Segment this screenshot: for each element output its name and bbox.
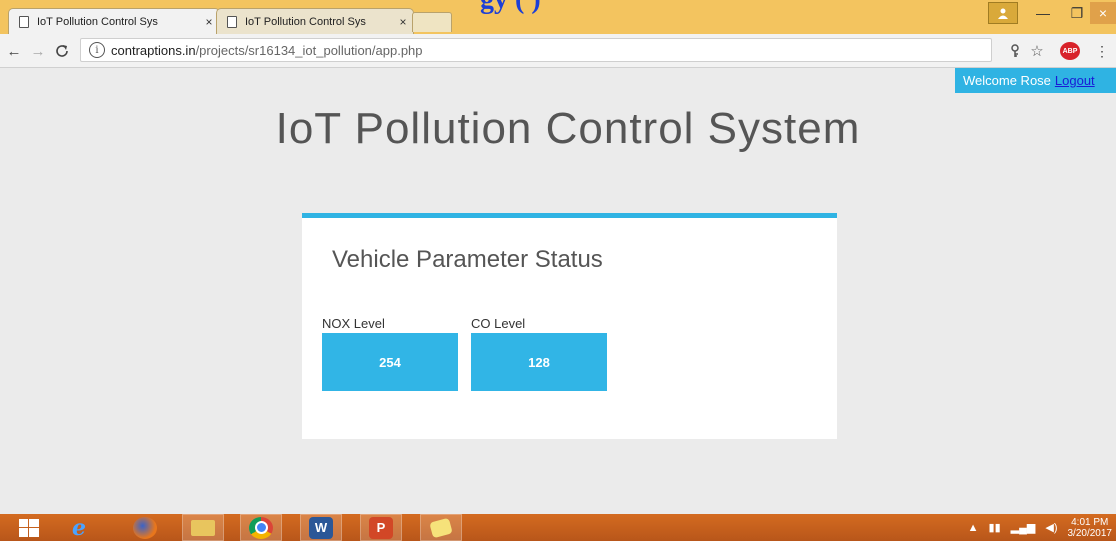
logout-link[interactable]: Logout [1055,73,1095,88]
tab-iot-pollution-second[interactable]: IoT Pollution Control Sys × [216,8,414,34]
info-icon[interactable]: i [89,42,105,58]
sticky-notes-icon[interactable] [420,514,462,541]
file-explorer-icon[interactable] [182,514,224,541]
clock[interactable]: 4:01 PM 3/20/2017 [1068,517,1113,539]
url-path: /projects/sr16134_iot_pollution/app.php [195,42,423,58]
window-close-button[interactable]: × [1090,2,1116,24]
tab-strip: gy ( ) IoT Pollution Control Sys × IoT P… [0,0,1116,34]
tab-iot-pollution-active[interactable]: IoT Pollution Control Sys × [8,8,220,34]
close-icon[interactable]: × [393,15,413,29]
card-title: Vehicle Parameter Status [332,246,603,273]
back-arrow-icon[interactable]: ← [4,40,24,62]
windows-start-icon[interactable] [8,514,50,541]
windows-taskbar: e W P ▲ ▮▮ ▂▄▆ ◀) 4:01 PM 3/20/2017 [0,514,1116,541]
bookmark-star-icon[interactable]: ☆ [1028,42,1046,60]
word-icon[interactable]: W [300,514,342,541]
page-title: IoT Pollution Control System [275,104,861,153]
network-icon[interactable]: ▮▮ [989,521,1001,534]
forward-arrow-icon[interactable]: → [28,40,48,62]
nox-level-value: 254 [322,333,458,391]
clock-date: 3/20/2017 [1067,527,1113,539]
page-icon [227,15,237,28]
clock-time: 4:01 PM [1071,516,1109,528]
new-tab-button[interactable] [412,12,452,32]
co-level-label: CO Level [471,316,526,331]
nox-level-label: NOX Level [322,316,385,331]
nox-level-panel: NOX Level 254 [322,316,458,391]
profile-button[interactable] [986,2,1020,24]
welcome-bar: Welcome Rose Logout [955,68,1116,93]
user-icon [988,2,1018,24]
minimize-button[interactable]: — [1026,2,1060,24]
chrome-icon[interactable] [240,514,282,541]
reload-icon[interactable] [52,40,72,62]
menu-icon[interactable]: ⋮ [1094,42,1110,60]
signal-icon[interactable]: ▂▄▆ [1011,521,1036,534]
welcome-text: Welcome Rose [963,73,1051,88]
volume-icon[interactable]: ◀) [1045,521,1057,534]
powerpoint-icon[interactable]: P [360,514,402,541]
tab-label: IoT Pollution Control Sys [245,15,366,28]
page-icon [19,15,29,28]
maximize-button[interactable]: ❐ [1060,2,1094,24]
co-level-value: 128 [471,333,607,391]
address-bar[interactable]: i contraptions.in/projects/sr16134_iot_p… [80,38,992,62]
internet-explorer-icon[interactable]: e [58,514,100,541]
system-tray: ▲ ▮▮ ▂▄▆ ◀) 4:01 PM 3/20/2017 [968,514,1116,541]
overlay-heading-fragment: gy ( ) [480,0,541,16]
key-icon[interactable] [1006,42,1024,60]
tab-label: IoT Pollution Control Sys [37,15,158,28]
co-level-panel: CO Level 128 [471,316,607,391]
vehicle-status-card: Vehicle Parameter Status NOX Level 254 C… [302,213,837,439]
chevron-up-icon[interactable]: ▲ [968,522,979,534]
url-host: contraptions.in [111,42,196,58]
firefox-icon[interactable] [124,514,166,541]
adblock-plus-icon[interactable]: ABP [1060,42,1080,60]
browser-toolbar: ← → i contraptions.in/projects/sr16134_i… [0,34,1116,68]
